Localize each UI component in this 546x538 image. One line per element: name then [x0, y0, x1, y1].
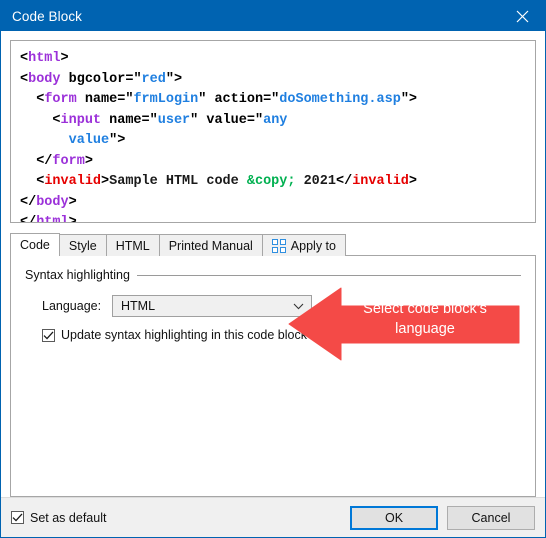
code-token: value=: [198, 112, 255, 128]
update-syntax-highlighting-checkbox[interactable]: Update syntax highlighting in this code …: [25, 328, 521, 342]
code-token: invalid: [44, 174, 102, 189]
grid-icon: [271, 238, 286, 253]
code-line: </html>: [20, 213, 526, 223]
update-syntax-highlighting-label: Update syntax highlighting in this code …: [61, 328, 307, 342]
code-token: Sample HTML code: [109, 174, 247, 189]
code-token: value: [68, 133, 110, 148]
dialog-body: <html> <body bgcolor="red"> <form name="f…: [1, 31, 545, 497]
code-block-dialog: Code Block <html> <body bgcolor="red"> <f…: [0, 0, 546, 538]
code-token: html: [36, 215, 69, 223]
language-label: Language:: [42, 299, 102, 313]
ok-button[interactable]: OK: [350, 505, 438, 530]
checkmark-icon: [43, 330, 54, 340]
code-token: </: [20, 215, 37, 223]
tab-label: HTML: [115, 238, 150, 253]
code-token: ": [149, 112, 158, 128]
code-token: <: [52, 112, 61, 128]
code-token: name=: [101, 112, 150, 128]
code-token: &copy;: [246, 174, 296, 189]
checkbox-box: [11, 511, 24, 524]
code-token: ": [254, 112, 264, 128]
close-icon: [516, 10, 528, 22]
code-token: ">: [109, 133, 126, 148]
code-token: >: [84, 153, 93, 169]
code-token: invalid: [352, 174, 409, 189]
language-select[interactable]: HTML: [112, 295, 312, 317]
titlebar: Code Block: [1, 1, 545, 31]
tab-apply-to[interactable]: Apply to: [261, 234, 346, 256]
code-token: </: [336, 174, 353, 189]
code-line: </body>: [20, 193, 526, 214]
code-token: >: [101, 174, 110, 189]
set-as-default-label: Set as default: [30, 510, 107, 525]
tab-label: Code: [20, 238, 50, 252]
tab-printed-manual[interactable]: Printed Manual: [158, 234, 263, 256]
group-divider: [136, 274, 521, 276]
tab-strip: Code Style HTML Printed Manual Apply to: [10, 233, 536, 256]
tab-page-code: Syntax highlighting Language: HTML Updat…: [10, 256, 536, 497]
code-token: 2021: [295, 174, 336, 189]
code-token: bgcolor=: [60, 71, 134, 87]
set-as-default-checkbox[interactable]: Set as default: [11, 511, 106, 525]
language-selected-value: HTML: [121, 299, 156, 313]
code-token: </: [20, 194, 37, 210]
checkmark-icon: [12, 513, 23, 522]
code-token: any: [263, 112, 288, 128]
code-line: <form name="frmLogin" action="doSomethin…: [20, 90, 526, 111]
window-title: Code Block: [12, 8, 83, 24]
code-token: user: [157, 112, 191, 128]
code-token: html: [28, 51, 61, 66]
code-token: input: [60, 112, 102, 128]
code-token: </: [36, 153, 53, 169]
syntax-highlighting-group-header: Syntax highlighting: [25, 268, 521, 282]
cancel-button[interactable]: Cancel: [447, 505, 535, 530]
checkbox-box: [42, 328, 55, 342]
code-token: doSomething.asp: [279, 92, 401, 107]
code-token: <: [20, 71, 29, 87]
code-line: value">: [20, 131, 526, 152]
code-token: ": [133, 71, 142, 87]
code-token: form: [52, 153, 85, 169]
code-preview-panel[interactable]: <html> <body bgcolor="red"> <form name="f…: [10, 40, 536, 223]
language-row: Language: HTML: [25, 295, 521, 317]
code-line: <input name="user" value="any: [20, 111, 526, 132]
code-token: body: [28, 71, 61, 87]
code-token: >: [408, 174, 418, 189]
code-line: <body bgcolor="red">: [20, 70, 526, 91]
dialog-footer: Set as default OK Cancel: [1, 497, 545, 537]
code-token: red: [141, 71, 166, 87]
tab-label: Style: [68, 238, 97, 253]
code-line: <html>: [20, 49, 526, 70]
code-token: frmLogin: [133, 92, 199, 107]
chevron-down-icon: [293, 303, 304, 309]
code-token: body: [36, 194, 69, 210]
tab-style[interactable]: Style: [58, 234, 107, 256]
tab-label: Apply to: [290, 238, 336, 253]
tab-label: Printed Manual: [168, 238, 253, 253]
code-token: action=: [206, 92, 272, 107]
code-token: <: [20, 51, 29, 66]
code-token: ">: [400, 92, 418, 107]
code-token: >: [68, 194, 77, 210]
code-token: ">: [165, 71, 183, 87]
code-token: >: [60, 51, 69, 66]
code-line: <invalid>Sample HTML code &copy; 2021</i…: [20, 172, 526, 193]
close-button[interactable]: [499, 1, 545, 31]
code-line: </form>: [20, 152, 526, 173]
code-token: name=: [76, 92, 126, 107]
tab-code[interactable]: Code: [10, 233, 60, 256]
code-token: form: [44, 92, 77, 107]
group-title-label: Syntax highlighting: [25, 268, 130, 282]
code-token: >: [68, 215, 77, 223]
tab-html[interactable]: HTML: [105, 234, 160, 256]
